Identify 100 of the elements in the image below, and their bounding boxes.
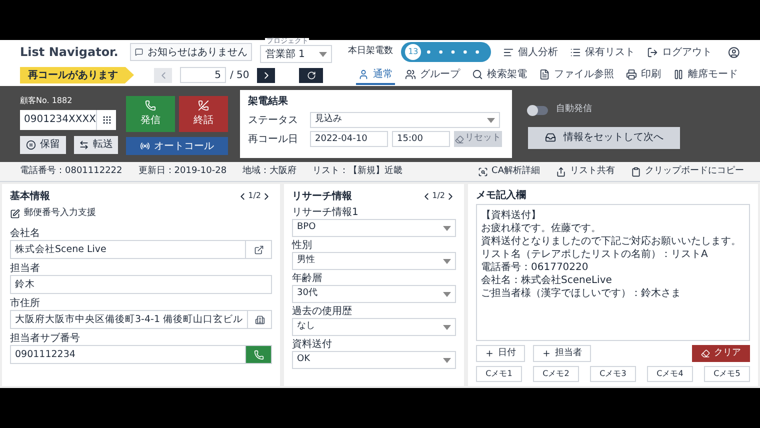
research-select[interactable]: なし [292, 318, 456, 336]
memo-textarea[interactable]: 【資料送付】 お疲れ様です。佐藤です。 資料送付となりましたので下記ご対応お願いいたします。 リスト名（テレアポしたリストの名前）：リストA 電話番号：061770220 会社名：株式会社SceneLive ご担当者様（漢字でほしいです）：鈴木さま [476, 204, 750, 341]
printer-icon [626, 68, 637, 80]
call-result-title: 架電結果 [248, 94, 289, 109]
research-select[interactable]: BPO [292, 219, 456, 237]
phone-off-icon [198, 100, 209, 111]
panel-title: リサーチ情報 [292, 190, 352, 204]
memo-template-button[interactable]: Cメモ2 [533, 366, 579, 382]
memo-template-button[interactable]: Cメモ3 [590, 366, 636, 382]
refresh-button[interactable] [299, 68, 324, 82]
recall-date-label: 再コール日 [248, 132, 299, 146]
memo-template-button[interactable]: Cメモ1 [476, 366, 522, 382]
field-label: 資料送付 [292, 338, 333, 351]
refresh-icon [306, 70, 316, 80]
memo-line: 【資料送付】 [481, 209, 542, 222]
memo-line: 資料送付となりましたので下記ご対応お願いいたします。 [481, 235, 742, 248]
select-value: OK [297, 353, 310, 366]
field-value[interactable]: 0901112234 [10, 345, 246, 364]
edit-icon [10, 209, 20, 219]
pause-circle-icon [26, 140, 36, 150]
info-action-button[interactable]: クリップボードにコピー [631, 164, 744, 178]
info-action-button[interactable]: CA解析詳細 [478, 164, 540, 178]
memo-template-button[interactable]: Cメモ5 [704, 366, 750, 382]
hold-button[interactable]: 保留 [20, 136, 66, 154]
bars-icon [503, 46, 514, 58]
dial-button[interactable]: 発信 [126, 96, 175, 132]
page-total: / 50 [230, 68, 250, 82]
clear-button[interactable]: クリア [692, 345, 750, 362]
clipboard-icon [631, 166, 641, 176]
field-value[interactable]: 鈴木 [10, 275, 272, 294]
select-value: BPO [297, 221, 316, 234]
memo-line: お疲れ様です。佐藤です。 [481, 222, 602, 235]
memo-template-button[interactable]: Cメモ4 [647, 366, 693, 382]
field-label: リサーチ情報1 [292, 206, 360, 219]
field-value[interactable]: 大阪府大阪市中央区備後町3-4-1 備後町山口玄ビル [10, 310, 248, 329]
caret-icon [443, 226, 451, 230]
info-text: 更新日：2019-10-28 [138, 164, 227, 178]
header-link[interactable]: 個人分析 [503, 44, 558, 60]
info-action-button[interactable]: リスト共有 [556, 164, 615, 178]
keypad-button[interactable] [96, 110, 116, 130]
project-value: 営業部 1 [265, 48, 305, 62]
chat-icon [135, 47, 144, 57]
memo-line: リスト名（テレアポしたリストの名前）：リストA [481, 248, 709, 261]
page-number-field[interactable]: 5 [180, 67, 226, 83]
status-value: 見込み [315, 113, 342, 126]
phone-field[interactable]: 0901234XXXX [20, 110, 96, 130]
insert-button[interactable]: 担当者 [533, 345, 591, 362]
external-link-icon [254, 244, 264, 254]
auto-call-button[interactable]: オートコール [126, 137, 228, 155]
keypad-icon [102, 114, 112, 124]
caret-icon [443, 358, 451, 362]
phone-icon [254, 350, 264, 360]
caret-icon [487, 118, 495, 122]
user-avatar-icon[interactable] [728, 46, 740, 58]
caret-icon [443, 258, 451, 264]
recall-time-field[interactable]: 15:00 [392, 131, 450, 147]
postal-code-assist-link[interactable]: 郵便番号入力支援 [10, 204, 272, 224]
field-label: 市住所 [10, 297, 41, 310]
header-link[interactable]: 保有リスト [570, 44, 636, 60]
share-icon [556, 166, 566, 176]
recall-date-field[interactable]: 2022-04-10 [310, 131, 388, 147]
research-select[interactable]: 30代 [292, 285, 456, 303]
field-action-button[interactable] [246, 345, 272, 364]
customer-number: 顧客No. 1882 [20, 94, 74, 106]
inbox-icon [544, 132, 556, 144]
field-action-button[interactable] [248, 310, 272, 329]
auto-dial-toggle[interactable] [528, 106, 548, 114]
caret-icon [319, 52, 328, 56]
app-logo: List Navigator. [20, 44, 118, 61]
next-button[interactable] [257, 68, 276, 82]
field-value[interactable]: 株式会社Scene Live [10, 240, 246, 259]
select-value: なし [297, 320, 315, 334]
person-icon [358, 68, 369, 80]
transfer-button[interactable]: 転送 [74, 136, 118, 154]
insert-button[interactable]: 日付 [476, 345, 525, 362]
research-select[interactable]: OK [292, 351, 456, 369]
progress-dots-icon [427, 50, 480, 54]
select-value: 男性 [297, 254, 315, 268]
signal-icon [140, 141, 150, 151]
panel-title: メモ記入欄 [476, 188, 527, 203]
search-icon [472, 68, 483, 80]
plus-icon [542, 349, 551, 358]
memo-line: 電話番号：061770220 [481, 261, 590, 274]
set-and-next-button[interactable]: 情報をセットして次へ [528, 126, 680, 149]
mode-tab[interactable]: グループ [403, 65, 462, 85]
building-icon [254, 314, 264, 324]
field-label: 性別 [292, 239, 313, 252]
people-icon [405, 68, 416, 80]
mode-tab[interactable]: 印刷 [624, 65, 663, 85]
header-link[interactable]: ログアウト [647, 44, 712, 60]
field-action-button[interactable] [246, 240, 272, 259]
research-select[interactable]: 男性 [292, 252, 456, 270]
status-select[interactable]: 見込み [310, 112, 500, 128]
mode-tab[interactable]: ファイル参照 [537, 65, 616, 85]
hang-up-button[interactable]: 終話 [179, 96, 228, 132]
document-icon [539, 68, 550, 80]
mode-tab[interactable]: 検索架電 [470, 65, 529, 85]
magnifier-icon [478, 166, 488, 176]
field-label: 年齢層 [292, 272, 323, 285]
mode-tab[interactable]: 離席モード [671, 65, 740, 85]
